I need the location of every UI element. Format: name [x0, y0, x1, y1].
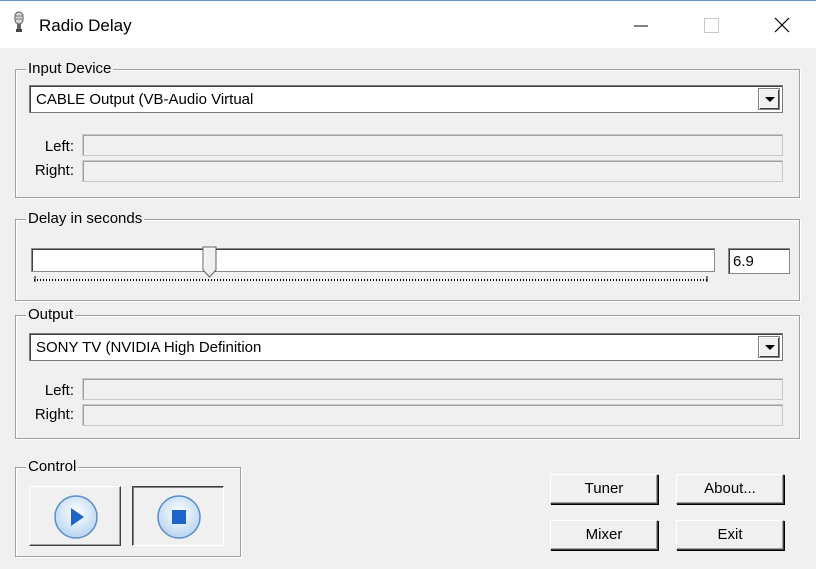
minimize-icon	[634, 25, 648, 27]
output-right-label: Right:	[34, 406, 74, 423]
stop-icon	[157, 495, 201, 539]
delay-label: Delay in seconds	[26, 209, 145, 229]
delay-value-field[interactable]: 6.9	[728, 248, 790, 274]
input-device-dropdown-button[interactable]	[758, 88, 780, 110]
input-device-label: Input Device	[26, 59, 114, 79]
chevron-down-icon	[765, 345, 775, 350]
input-left-meter	[82, 134, 783, 156]
delay-slider-ticks	[34, 276, 708, 282]
delay-value: 6.9	[733, 253, 754, 270]
output-dropdown-button[interactable]	[758, 336, 780, 358]
control-label: Control	[26, 457, 79, 477]
input-device-select[interactable]: CABLE Output (VB-Audio Virtual	[29, 85, 783, 113]
delay-slider-track[interactable]	[31, 248, 715, 272]
minimize-button[interactable]	[620, 1, 666, 49]
exit-button[interactable]: Exit	[676, 520, 784, 550]
play-button[interactable]	[29, 486, 121, 546]
title-bar: Radio Delay	[0, 0, 816, 48]
delay-group: Delay in seconds 6.9	[15, 209, 800, 301]
output-label: Output	[26, 305, 76, 325]
input-left-label: Left:	[44, 138, 74, 155]
output-select[interactable]: SONY TV (NVIDIA High Definition	[29, 333, 783, 361]
output-group: Output SONY TV (NVIDIA High Definition L…	[15, 305, 800, 439]
delay-slider-thumb[interactable]	[202, 246, 218, 278]
chevron-down-icon	[765, 97, 775, 102]
output-value: SONY TV (NVIDIA High Definition	[36, 339, 262, 356]
maximize-icon	[704, 18, 719, 33]
output-left-label: Left:	[44, 382, 74, 399]
output-left-meter	[82, 378, 783, 400]
play-icon	[54, 495, 98, 539]
about-button[interactable]: About...	[676, 474, 784, 504]
microphone-icon	[14, 11, 24, 32]
mixer-button[interactable]: Mixer	[550, 520, 658, 550]
input-device-group: Input Device CABLE Output (VB-Audio Virt…	[15, 59, 800, 198]
close-icon	[774, 17, 790, 33]
tuner-button[interactable]: Tuner	[550, 474, 658, 504]
window-title: Radio Delay	[39, 16, 132, 35]
stop-button[interactable]	[132, 486, 224, 546]
close-button[interactable]	[758, 1, 804, 49]
control-group: Control	[15, 457, 241, 557]
maximize-button	[688, 1, 734, 49]
input-device-value: CABLE Output (VB-Audio Virtual	[36, 91, 254, 108]
input-right-label: Right:	[34, 162, 74, 179]
input-right-meter	[82, 160, 783, 182]
output-right-meter	[82, 404, 783, 426]
